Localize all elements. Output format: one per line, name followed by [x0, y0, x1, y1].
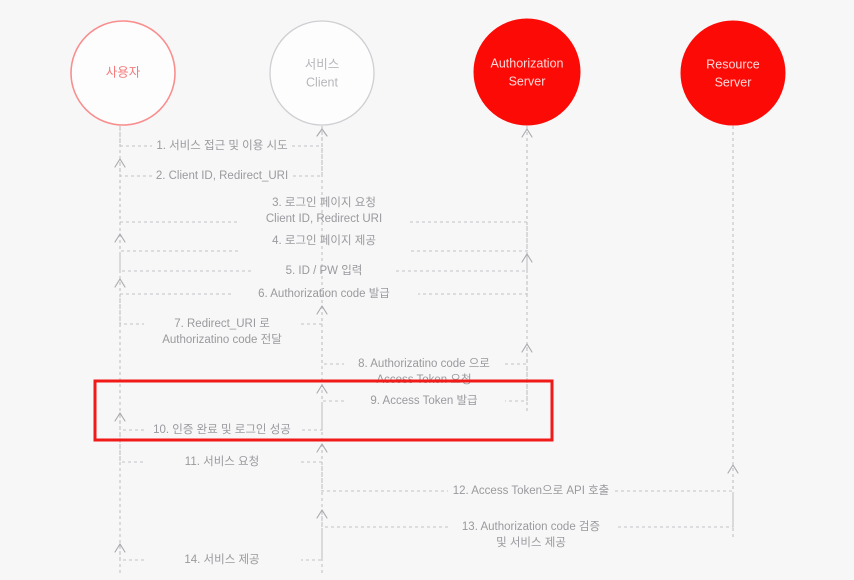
message-label-4: 4. 로그인 페이지 제공 [272, 234, 376, 247]
message-label-6: 6. Authorization code 발급 [258, 287, 390, 300]
actor-label-resource-server-line1: Resource [706, 57, 760, 71]
actor-label-client-line1: 서비스 [305, 57, 340, 71]
actor-label-authorization-server-line2: Server [509, 74, 546, 88]
message-label-7-line1: 7. Redirect_URI 로 [174, 318, 270, 330]
actors-group: 사용자 서비스 Client Authorization Server Reso… [70, 18, 786, 126]
message-label-14: 14. 서비스 제공 [184, 553, 259, 566]
message-labels-group: 1. 서비스 접근 및 이용 시도 2. Client ID, Redirect… [153, 139, 609, 566]
actor-label-client-line2: Client [306, 75, 338, 89]
actor-circle-authorization-server[interactable] [473, 18, 581, 126]
message-label-11: 11. 서비스 요청 [185, 455, 259, 468]
message-label-10: 10. 인증 완료 및 로그인 성공 [153, 423, 291, 436]
actor-circle-client[interactable] [269, 20, 375, 126]
message-label-3-line1: 3. 로그인 페이지 요청 [272, 196, 376, 209]
message-label-7-line2: Authorizatino code 전달 [162, 332, 282, 346]
message-label-8-line1: 8. Authorizatino code 으로 [358, 358, 490, 370]
message-label-1: 1. 서비스 접근 및 이용 시도 [156, 139, 287, 152]
actor-label-authorization-server-line1: Authorization [491, 56, 564, 70]
message-label-12: 12. Access Token으로 API 호출 [453, 484, 610, 497]
actor-label-resource-server-line2: Server [715, 75, 752, 89]
oauth-sequence-diagram: 1. 서비스 접근 및 이용 시도 2. Client ID, Redirect… [0, 0, 854, 580]
actor-circle-resource-server[interactable] [680, 20, 786, 126]
lifelines-group [119, 126, 734, 575]
message-label-5: 5. ID / PW 입력 [286, 264, 363, 277]
message-label-9: 9. Access Token 발급 [370, 394, 477, 407]
sequence-diagram-canvas: 1. 서비스 접근 및 이용 시도 2. Client ID, Redirect… [70, 18, 786, 575]
message-label-3-line2: Client ID, Redirect URI [266, 213, 382, 225]
message-label-13-line2: 및 서비스 제공 [496, 536, 566, 549]
message-label-2: 2. Client ID, Redirect_URI [156, 170, 288, 182]
actor-label-user-line1: 사용자 [106, 65, 141, 79]
message-label-13-line1: 13. Authorization code 검증 [462, 520, 600, 533]
